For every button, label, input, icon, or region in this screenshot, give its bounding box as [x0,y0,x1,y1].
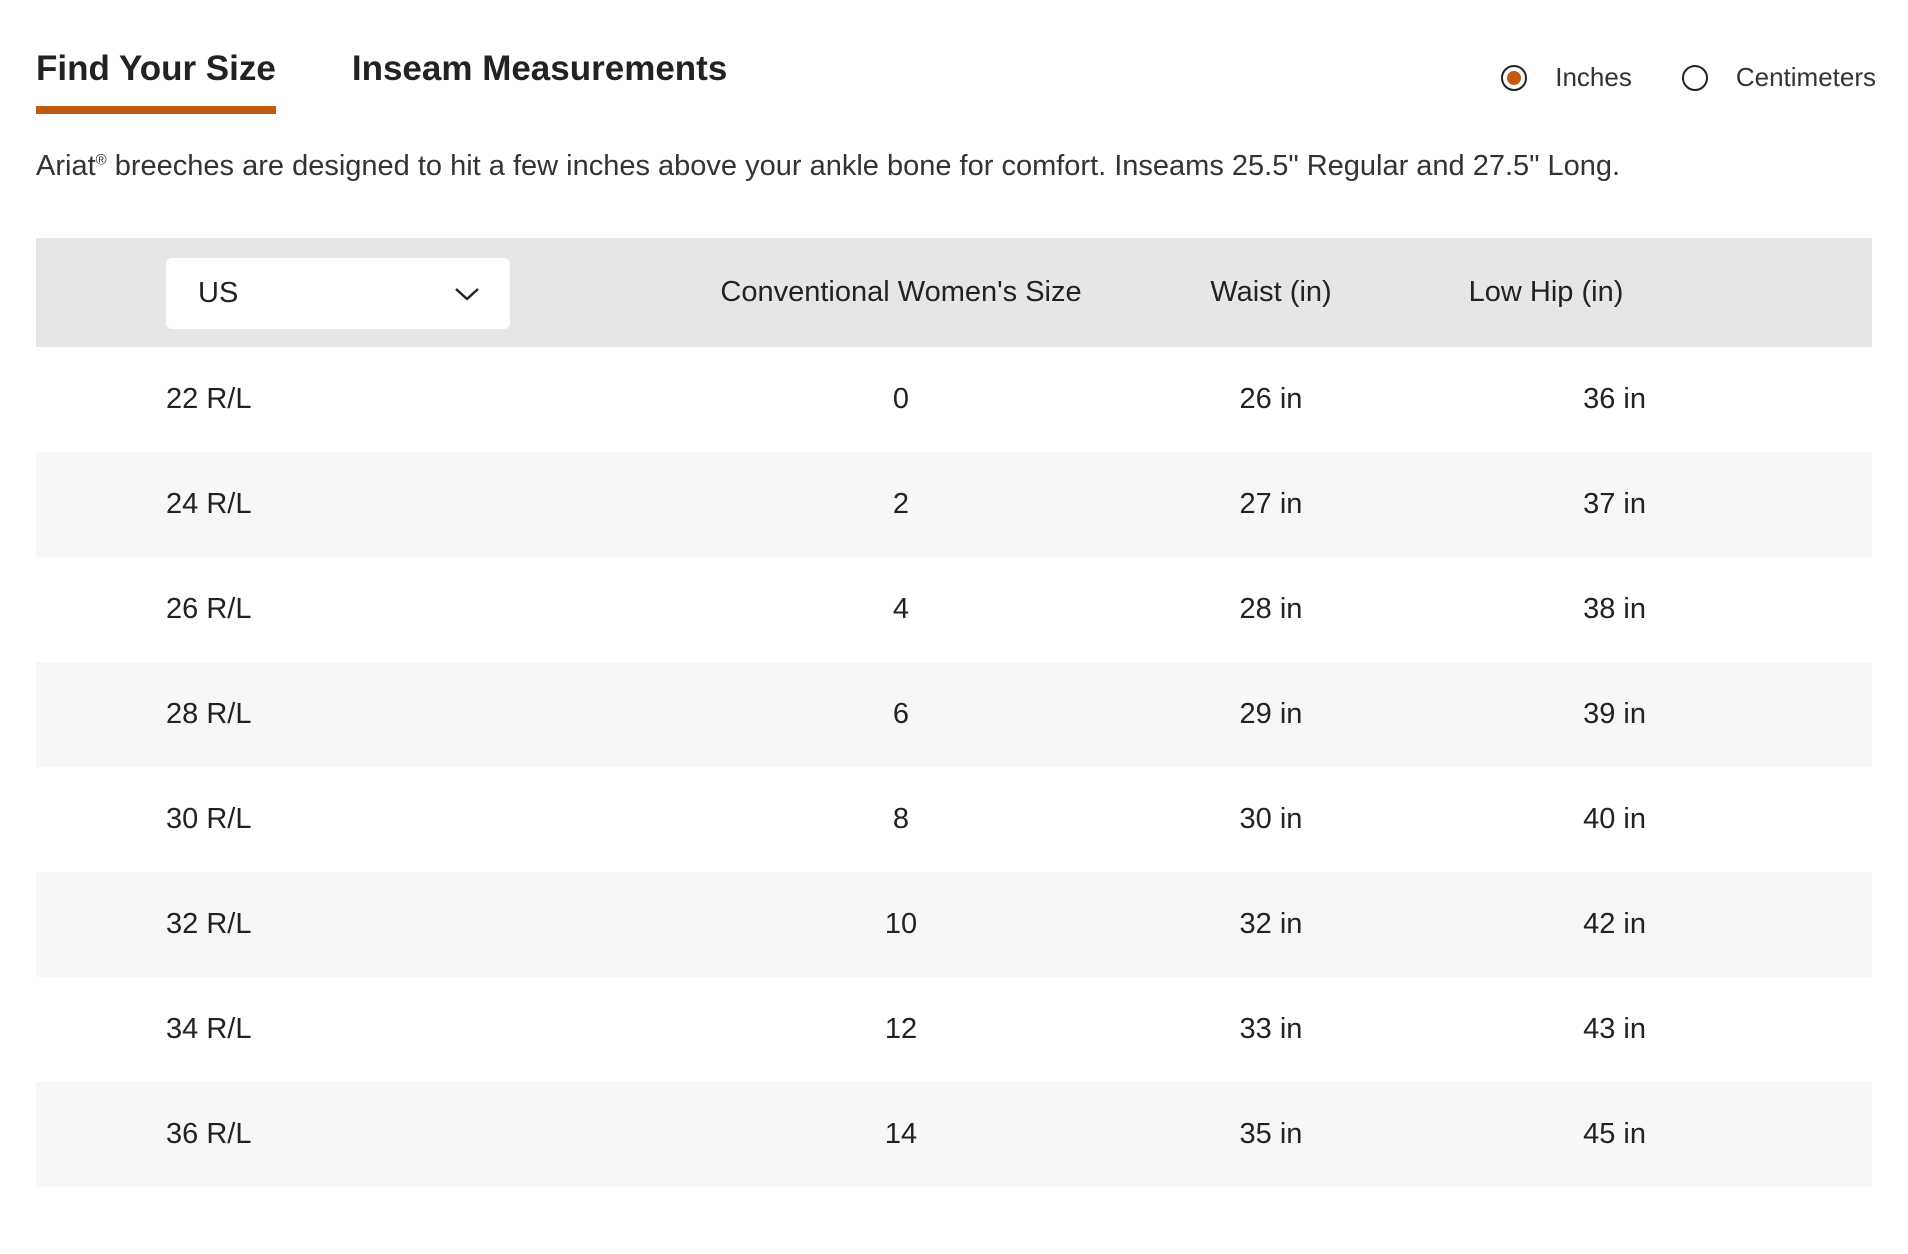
cell-low-hip: 36 in [1583,383,1646,415]
header-conventional-size: Conventional Women's Size [720,276,1082,308]
radio-selected-icon [1501,64,1528,91]
cell-conventional: 0 [892,383,910,415]
radio-inches[interactable]: Inches [1501,62,1632,93]
cell-conventional: 6 [892,698,910,730]
cell-conventional: 14 [884,1118,918,1150]
cell-conventional: 8 [892,803,910,835]
brand-name: Ariat [36,150,96,182]
cell-low-hip: 38 in [1583,593,1646,625]
cell-waist: 33 in [1239,1013,1303,1045]
chevron-down-icon [454,286,480,302]
cell-low-hip: 43 in [1583,1013,1646,1045]
cell-low-hip: 37 in [1583,488,1646,520]
radio-centimeters-label: Centimeters [1735,62,1876,92]
header-waist: Waist (in) [1210,276,1332,308]
fit-description: Ariat® breeches are designed to hit a fe… [36,150,1620,183]
table-row: 22 R/L 0 26 in 36 in [36,347,1872,452]
cell-conventional: 12 [884,1013,918,1045]
tab-find-your-size[interactable]: Find Your Size [36,48,276,114]
region-select-value: US [198,277,239,309]
region-select[interactable]: US [166,258,510,329]
cell-waist: 28 in [1239,593,1303,625]
cell-size: 22 R/L [166,383,252,415]
cell-waist: 26 in [1239,383,1303,415]
cell-size: 34 R/L [166,1013,252,1045]
tab-inseam-measurements[interactable]: Inseam Measurements [352,48,727,114]
cell-waist: 30 in [1239,803,1303,835]
size-chart-page: Find Your Size Inseam Measurements Inche… [0,0,1908,1254]
cell-low-hip: 39 in [1583,698,1646,730]
radio-unselected-icon [1681,64,1708,91]
table-row: 32 R/L 10 32 in 42 in [36,872,1872,977]
cell-size: 30 R/L [166,803,252,835]
unit-toggle: Inches Centimeters [1451,62,1876,93]
table-row: 28 R/L 6 29 in 39 in [36,662,1872,767]
cell-low-hip: 40 in [1583,803,1646,835]
table-header-row: US Conventional Women's Size Waist (in) … [36,238,1872,347]
cell-size: 32 R/L [166,908,252,940]
table-row: 34 R/L 12 33 in 43 in [36,977,1872,1082]
header-low-hip: Low Hip (in) [1468,276,1624,308]
cell-size: 28 R/L [166,698,252,730]
size-table: US Conventional Women's Size Waist (in) … [36,238,1872,1187]
cell-waist: 32 in [1239,908,1303,940]
table-row: 24 R/L 2 27 in 37 in [36,452,1872,557]
cell-waist: 35 in [1239,1118,1303,1150]
cell-conventional: 2 [892,488,910,520]
cell-size: 24 R/L [166,488,252,520]
cell-waist: 27 in [1239,488,1303,520]
cell-waist: 29 in [1239,698,1303,730]
cell-low-hip: 42 in [1583,908,1646,940]
table-row: 36 R/L 14 35 in 45 in [36,1082,1872,1187]
cell-size: 26 R/L [166,593,252,625]
table-row: 30 R/L 8 30 in 40 in [36,767,1872,872]
registered-mark: ® [95,151,107,169]
cell-size: 36 R/L [166,1118,252,1150]
radio-dot [1507,70,1522,85]
radio-inches-label: Inches [1555,62,1632,92]
cell-conventional: 4 [892,593,910,625]
radio-centimeters[interactable]: Centimeters [1681,62,1876,93]
table-row: 26 R/L 4 28 in 38 in [36,557,1872,662]
description-text: breeches are designed to hit a few inche… [106,150,1621,182]
cell-conventional: 10 [884,908,918,940]
tab-bar: Find Your Size Inseam Measurements [36,48,803,114]
cell-low-hip: 45 in [1583,1118,1646,1150]
